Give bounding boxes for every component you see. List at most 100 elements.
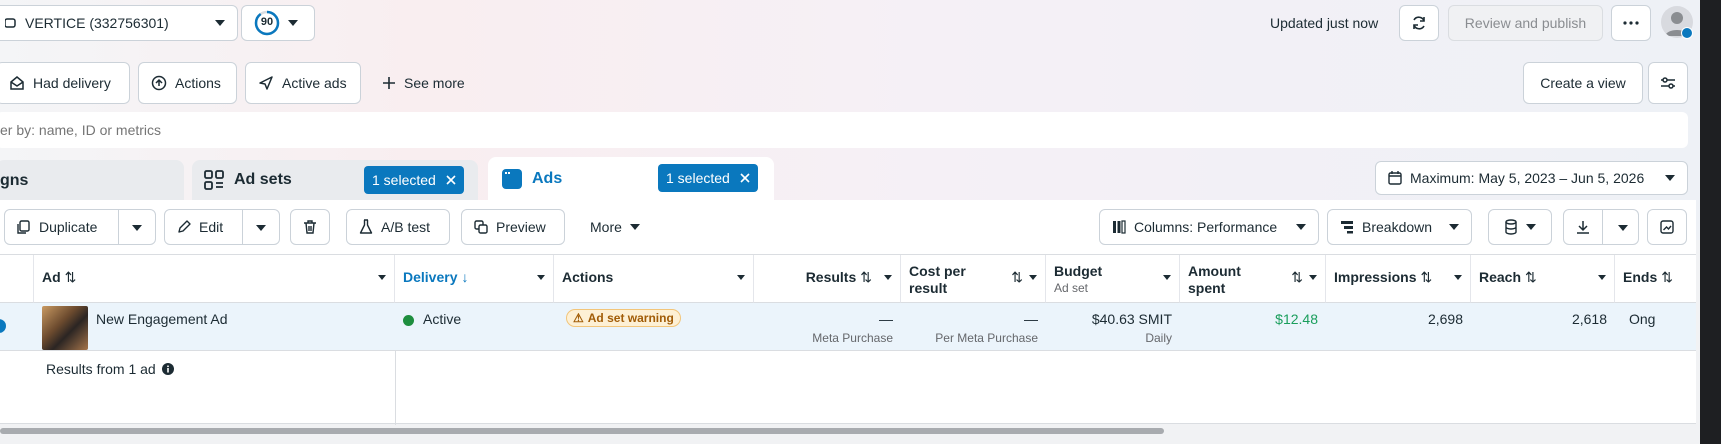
info-icon[interactable]	[161, 363, 174, 375]
see-more-button[interactable]: See more	[370, 62, 477, 104]
date-range-selector[interactable]: Maximum: May 5, 2023 – Jun 5, 2026	[1375, 161, 1688, 195]
header-ad[interactable]: Ad ⇅	[34, 255, 395, 303]
view-settings-button[interactable]	[1648, 62, 1688, 104]
scrollbar-thumb[interactable]	[0, 428, 1164, 434]
table-bottom-border	[0, 423, 1696, 424]
filter-had-delivery[interactable]: Had delivery	[0, 62, 130, 104]
filter-actions[interactable]: Actions	[138, 62, 237, 104]
tab-campaigns[interactable]: gns	[0, 160, 184, 200]
delete-button[interactable]	[290, 209, 330, 245]
updated-status: Updated just now	[1270, 15, 1379, 31]
ab-test-button[interactable]: A/B test	[346, 209, 450, 245]
more-button[interactable]: More	[578, 209, 652, 245]
ends-value: Ong	[1629, 311, 1656, 327]
cost-value: —	[1024, 311, 1038, 327]
date-range-label: Maximum: May 5, 2023 – Jun 5, 2026	[1410, 170, 1645, 186]
warning-label: Ad set warning	[587, 311, 674, 325]
header-impressions[interactable]: Impressions ⇅	[1326, 255, 1471, 303]
ellipsis-icon	[1623, 21, 1639, 25]
filter-actions-label: Actions	[175, 75, 221, 91]
chevron-down-icon[interactable]	[1163, 275, 1171, 280]
sliders-icon	[1660, 76, 1676, 90]
warning-icon: ⚠	[573, 311, 584, 325]
chevron-down-icon[interactable]	[1029, 275, 1037, 280]
see-more-label: See more	[404, 75, 465, 91]
refresh-icon	[1411, 15, 1427, 31]
review-publish-button[interactable]: Review and publish	[1448, 5, 1603, 41]
chevron-down-icon[interactable]	[132, 225, 142, 231]
reports-button[interactable]	[1488, 209, 1552, 245]
chevron-down-icon[interactable]	[1454, 275, 1462, 280]
chevron-down-icon	[1665, 175, 1675, 181]
score-value: 90	[260, 16, 274, 28]
header-results[interactable]: Results ⇅	[754, 255, 901, 303]
duplicate-button[interactable]: Duplicate	[4, 209, 156, 245]
duplicate-label: Duplicate	[39, 219, 98, 235]
more-label: More	[590, 219, 622, 235]
breakdown-button[interactable]: Breakdown	[1327, 209, 1472, 245]
refresh-button[interactable]	[1399, 5, 1439, 41]
header-budget[interactable]: Budget Ad set	[1046, 255, 1180, 303]
search-bar[interactable]	[0, 112, 1688, 148]
filter-active-ads[interactable]: Active ads	[245, 62, 361, 104]
close-icon[interactable]	[740, 173, 750, 183]
export-button[interactable]	[1563, 209, 1639, 245]
chevron-down-icon[interactable]	[1618, 225, 1628, 231]
columns-button[interactable]: Columns: Performance	[1099, 209, 1319, 245]
chevron-down-icon[interactable]	[884, 275, 892, 280]
chevron-down-icon[interactable]	[737, 275, 745, 280]
left-column-divider	[395, 351, 396, 425]
preview-label: Preview	[496, 219, 546, 235]
ad-set-warning-badge[interactable]: ⚠ Ad set warning	[566, 309, 681, 327]
grid-icon	[204, 170, 224, 190]
header-checkbox-col	[0, 255, 34, 303]
create-view-button[interactable]: Create a view	[1523, 62, 1643, 104]
table-row[interactable]: New Engagement Ad Active ⚠ Ad set warnin…	[0, 303, 1696, 351]
preview-button[interactable]: Preview	[461, 209, 565, 245]
amount-spent-value: $12.48	[1275, 311, 1318, 327]
chevron-down-icon[interactable]	[1598, 275, 1606, 280]
chevron-down-icon[interactable]	[256, 225, 266, 231]
chevron-down-icon[interactable]	[378, 275, 386, 280]
filter-had-delivery-label: Had delivery	[33, 75, 111, 91]
tab-ads-label: Ads	[532, 170, 563, 187]
ads-selected-badge[interactable]: 1 selected	[658, 164, 758, 192]
row-checkbox[interactable]	[0, 319, 6, 333]
more-options-button[interactable]	[1611, 5, 1651, 41]
charts-button[interactable]	[1647, 209, 1687, 245]
budget-value[interactable]: $40.63 SMIT	[1092, 311, 1172, 327]
header-budget-label: Budget	[1054, 263, 1103, 279]
score-selector[interactable]: 90	[241, 5, 315, 41]
create-view-label: Create a view	[1540, 75, 1626, 91]
header-actions[interactable]: Actions	[554, 255, 754, 303]
sort-icon: ⇅	[1011, 269, 1023, 285]
header-actions-label: Actions	[562, 269, 614, 285]
delivery-status-dot	[403, 315, 414, 326]
arrow-up-circle-icon	[151, 75, 167, 91]
ads-selected-label: 1 selected	[666, 170, 730, 186]
plus-icon	[382, 76, 396, 90]
adsets-selected-badge[interactable]: 1 selected	[364, 166, 464, 194]
edit-button[interactable]: Edit	[164, 209, 280, 245]
header-amount-spent[interactable]: Amount spent ⇅	[1180, 255, 1326, 303]
account-selector[interactable]: VERTICE (332756301)	[0, 5, 238, 41]
chevron-down-icon[interactable]	[537, 275, 545, 280]
header-reach[interactable]: Reach ⇅	[1471, 255, 1615, 303]
horizontal-scrollbar[interactable]	[0, 426, 1696, 436]
header-ends[interactable]: Ends ⇅	[1615, 255, 1696, 303]
header-delivery[interactable]: Delivery ↓	[395, 255, 554, 303]
ab-test-label: A/B test	[381, 219, 431, 235]
duplicate-icon	[17, 220, 31, 234]
ads-table: Ad ⇅ Delivery ↓ Actions Results ⇅ Cost p…	[0, 254, 1696, 425]
chevron-down-icon[interactable]	[1309, 275, 1317, 280]
search-input[interactable]	[0, 112, 1688, 148]
envelope-open-icon	[9, 75, 25, 91]
calendar-icon	[1388, 171, 1402, 185]
ad-name[interactable]: New Engagement Ad	[96, 311, 228, 327]
ad-thumbnail[interactable]	[42, 306, 88, 350]
header-cost-per-result[interactable]: Cost per result ⇅	[901, 255, 1046, 303]
header-ends-label: Ends	[1623, 269, 1658, 285]
breakdown-icon	[1340, 220, 1354, 234]
close-icon[interactable]	[446, 175, 456, 185]
header-budget-sub: Ad set	[1054, 281, 1089, 295]
